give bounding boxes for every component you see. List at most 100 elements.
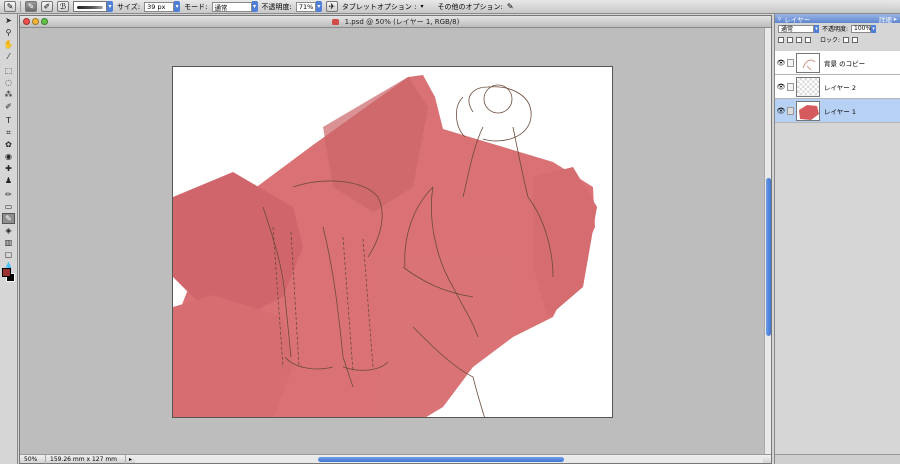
mode-dropdown-arrow-icon[interactable]: ▾ [251,1,258,12]
brush-mode-button[interactable]: ✎ [25,1,37,12]
size-dropdown-arrow-icon[interactable]: ▾ [174,1,181,12]
document-icon [331,18,339,25]
layer-opacity-input[interactable]: 100% [851,24,871,33]
close-window-icon[interactable] [23,18,30,25]
visibility-eye-icon[interactable]: 👁 [775,107,787,115]
layer-item[interactable]: 👁 背景 のコピー [775,51,900,75]
lasso-tool-icon[interactable]: ◌ [2,77,15,88]
other-options-label[interactable]: その他のオプション: [437,2,502,12]
impressionist-brush-button[interactable]: ✐ [41,1,53,12]
panel-collapse-icon[interactable]: ▿ [778,15,781,23]
opacity-input[interactable]: 71% [295,1,316,12]
zoom-level[interactable]: 50% [20,454,46,464]
pencil-tool-icon[interactable]: ✏ [2,189,15,200]
document-title-bar[interactable]: 1.psd @ 50% (レイヤー 1, RGB/8) [20,16,771,28]
document-window: 1.psd @ 50% (レイヤー 1, RGB/8) 50% 159.26 m… [19,15,772,464]
layer-name: レイヤー 1 [824,107,857,116]
color-replacement-button[interactable]: ℬ [57,1,69,12]
canvas-area[interactable] [20,28,764,456]
shape-tool-icon[interactable]: ▢ [2,249,15,260]
layer-item[interactable]: 👁 レイヤー 2 [775,75,900,99]
hand-tool-icon[interactable]: ✋ [2,39,15,50]
layer-name: レイヤー 2 [824,83,857,92]
healing-brush-tool-icon[interactable]: ✚ [2,163,15,174]
paint-bucket-tool-icon[interactable]: ◈ [2,225,15,236]
artwork-canvas[interactable] [172,66,613,418]
sofa-color-layer [173,75,597,417]
layer-thumbnail [796,76,820,97]
layer-tools-row: ロック: [775,34,900,45]
gradient-tool-icon[interactable]: ▥ [2,237,15,248]
cookie-cutter-tool-icon[interactable]: ✿ [2,139,15,150]
airbrush-button[interactable]: ✈ [325,1,338,12]
vertical-scroll-thumb[interactable] [766,178,771,336]
brush-options-icon[interactable]: ✎ [507,2,514,11]
blend-opacity-row: 通常 ▾ 不透明度: 100% ▾ [775,23,900,34]
horizontal-scroll-thumb[interactable] [318,456,565,462]
eraser-tool-icon[interactable]: ▭ [2,201,15,212]
visibility-eye-icon[interactable]: 👁 [775,83,787,91]
red-eye-tool-icon[interactable]: ◉ [2,151,15,162]
size-label: サイズ: [117,2,141,11]
layer-thumbnail [796,100,820,121]
minimize-window-icon[interactable] [32,18,39,25]
brush-preset-dropdown-arrow-icon[interactable]: ▾ [107,1,113,12]
artwork-illustration [173,75,597,417]
zoom-tool-icon[interactable]: ⚲ [2,27,15,38]
magic-wand-tool-icon[interactable]: ⁂ [2,89,15,100]
vertical-scrollbar[interactable] [764,28,771,456]
size-input[interactable]: 39 px [144,1,175,12]
layer-list: 👁 背景 のコピー 👁 レイヤー 2 👁 レイヤー 1 [775,51,900,123]
selection-brush-tool-icon[interactable]: ✐ [2,101,15,112]
document-size: 159.26 mm x 127 mm [46,454,126,464]
divider [20,1,21,12]
delete-layer-icon[interactable] [796,36,802,43]
toolbox: ➤ ⚲ ✋ ⁄ ⬚ ◌ ⁂ ✐ T ⌗ ✿ ◉ ✚ ♟ ✏ ▭ ✎ ◈ ▥ ▢ … [0,14,18,464]
lock-label: ロック: [820,37,841,44]
photoshop-elements-window: ✎ ✎ ✐ ℬ ▾ サイズ: 39 px ▾ モード: 通常 ▾ 不透明度: 7… [0,0,900,464]
clone-stamp-tool-icon[interactable]: ♟ [2,175,15,186]
layers-panel-header[interactable]: ▿ レイヤー 詳細 ▸ [775,14,900,24]
blend-mode-arrow-icon[interactable]: ▾ [814,24,819,33]
tablet-options-arrow-icon[interactable]: ▾ [420,3,423,10]
opacity-dropdown-arrow-icon[interactable]: ▾ [315,1,322,12]
lock-transparency-checkbox[interactable] [843,36,850,43]
layers-panel-footer [775,454,900,464]
more-options-arrow-icon[interactable]: ▸ [894,15,897,23]
brush-tool-icon[interactable]: ✎ [4,1,16,12]
layer-name: 背景 のコピー [824,59,866,68]
link-layers-icon[interactable] [805,36,811,43]
move-tool-icon[interactable]: ➤ [2,15,15,26]
eyedropper-tool-icon[interactable]: ⁄ [2,51,15,62]
foreground-color-swatch[interactable] [2,268,11,277]
opacity-label: 不透明度: [261,2,292,11]
status-menu-arrow-icon[interactable]: ▸ [126,456,135,463]
tool-options-bar: ✎ ✎ ✐ ℬ ▾ サイズ: 39 px ▾ モード: 通常 ▾ 不透明度: 7… [0,0,900,14]
crop-tool-icon[interactable]: ⌗ [2,127,15,138]
brush-layer-indicator-icon [787,106,794,115]
brush-tool-icon[interactable]: ✎ [2,213,15,224]
lock-all-checkbox[interactable] [852,36,859,43]
layer-link-slot[interactable] [787,82,794,91]
more-options-button[interactable]: 詳細 [879,14,892,24]
layer-opacity-label: 不透明度: [822,26,849,33]
mode-label: モード: [184,2,208,11]
mode-select[interactable]: 通常 [211,1,252,12]
new-layer-icon[interactable] [778,36,784,43]
layers-panel: ▿ レイヤー 詳細 ▸ 通常 ▾ 不透明度: 100% ▾ ロック: 👁 背景 … [774,14,900,464]
layer-thumbnail [796,52,820,73]
tablet-options-label[interactable]: タブレットオプション : [342,2,417,12]
horizontal-scrollbar[interactable] [135,455,763,463]
blend-mode-select[interactable]: 通常 [778,24,814,33]
document-title: 1.psd @ 50% (レイヤー 1, RGB/8) [344,17,460,26]
layer-opacity-arrow-icon[interactable]: ▾ [871,24,877,33]
marquee-tool-icon[interactable]: ⬚ [2,65,15,76]
zoom-window-icon[interactable] [41,18,48,25]
type-tool-icon[interactable]: T [2,115,15,126]
layer-item[interactable]: 👁 レイヤー 1 [775,99,900,123]
visibility-eye-icon[interactable]: 👁 [775,59,787,67]
layer-link-slot[interactable] [787,58,794,67]
brush-preset-preview[interactable] [73,1,107,12]
adjustment-layer-icon[interactable] [787,36,793,43]
status-bar: 50% 159.26 mm x 127 mm ▸ [20,454,771,464]
